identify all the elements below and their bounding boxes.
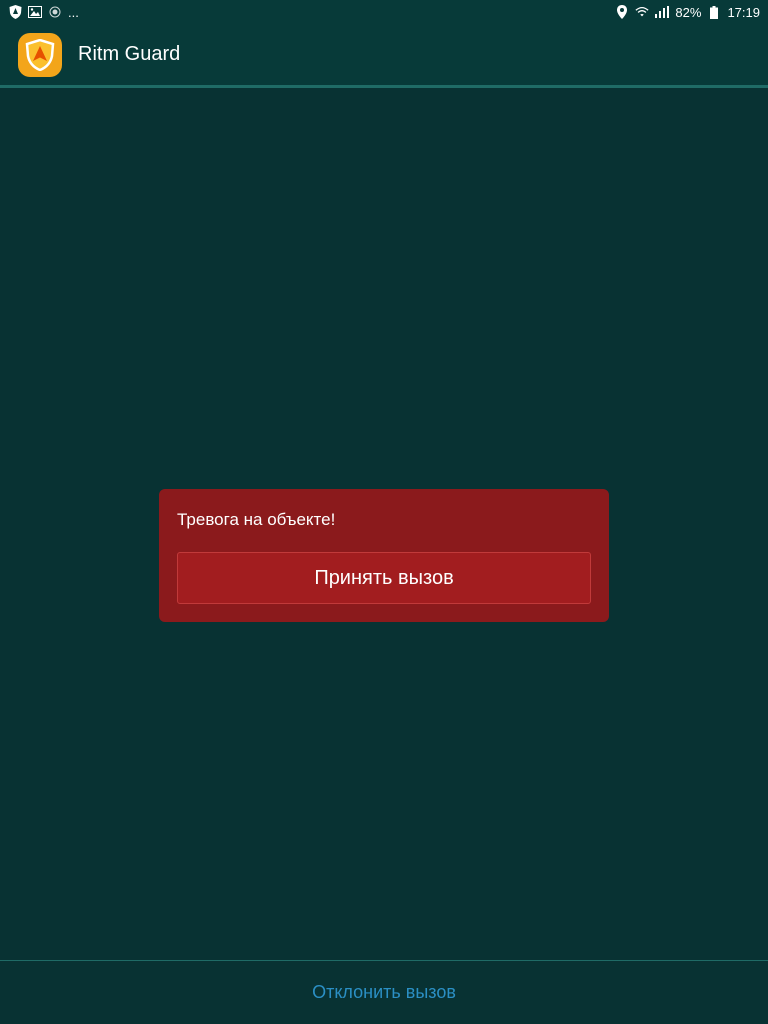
status-left: ... bbox=[8, 5, 79, 20]
signal-icon bbox=[655, 5, 670, 19]
status-bar: ... 82% 17:19 bbox=[0, 0, 768, 24]
app-bar: Ritm Guard bbox=[0, 24, 768, 88]
clock: 17:19 bbox=[727, 4, 760, 20]
location-icon bbox=[615, 5, 629, 19]
decline-call-button[interactable]: Отклонить вызов bbox=[312, 982, 456, 1003]
wifi-icon bbox=[635, 5, 649, 19]
accept-call-button[interactable]: Принять вызов bbox=[177, 552, 591, 604]
alarm-card: Тревога на объекте! Принять вызов bbox=[159, 489, 609, 622]
bottom-bar: Отклонить вызов bbox=[0, 960, 768, 1024]
image-icon bbox=[28, 5, 42, 19]
shield-icon bbox=[8, 5, 22, 19]
battery-percent: 82% bbox=[675, 4, 702, 20]
record-icon bbox=[48, 5, 62, 19]
app-logo-icon bbox=[18, 32, 62, 77]
status-right: 82% 17:19 bbox=[615, 5, 760, 20]
app-title: Ritm Guard bbox=[78, 43, 181, 65]
more-notifications: ... bbox=[68, 4, 79, 20]
alarm-message: Тревога на объекте! bbox=[177, 510, 336, 529]
battery-icon bbox=[707, 5, 721, 19]
